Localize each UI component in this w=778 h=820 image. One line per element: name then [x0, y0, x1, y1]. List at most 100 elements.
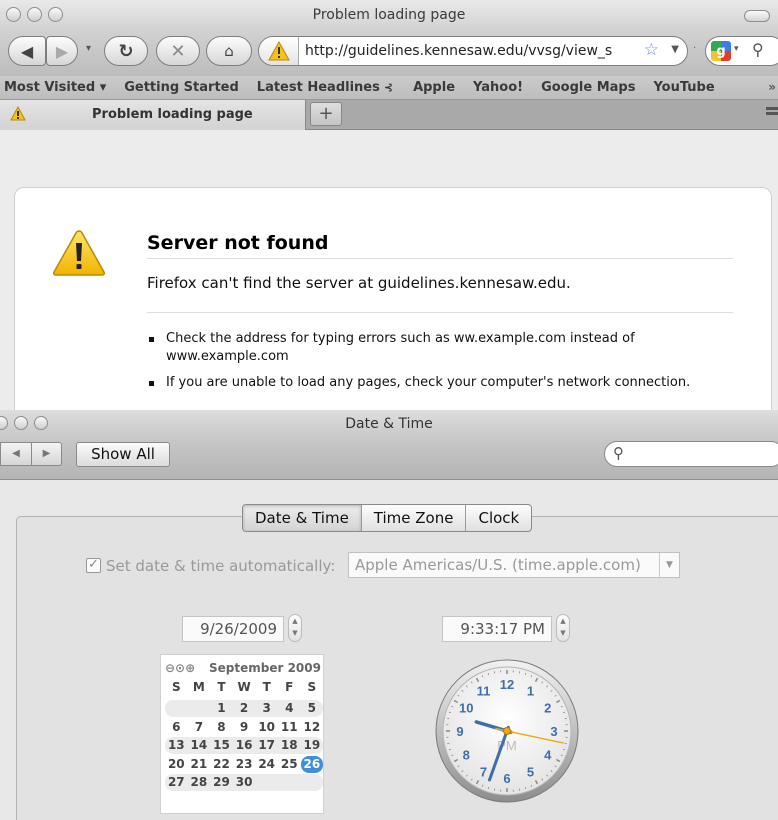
bookmark-most-visited[interactable]: Most Visited ▾	[4, 80, 106, 95]
calendar-weekday: F	[285, 680, 294, 694]
zoom-window-button[interactable]	[34, 416, 48, 430]
url-text[interactable]: http://guidelines.kennesaw.edu/vvsg/view…	[305, 43, 635, 59]
calendar-day[interactable]: 25	[278, 756, 301, 773]
bookmark-apple[interactable]: Apple	[413, 80, 455, 95]
bookmark-google-maps[interactable]: Google Maps	[541, 80, 635, 95]
calendar-weekday: S	[171, 680, 181, 694]
calendar-day[interactable]: 1	[210, 700, 233, 717]
search-icon: ⚲	[613, 444, 624, 462]
window-title: Date & Time	[345, 416, 433, 432]
url-bar[interactable]: http://guidelines.kennesaw.edu/vvsg/view…	[258, 36, 688, 66]
clock-number: 4	[544, 748, 552, 763]
bookmarks-overflow-icon[interactable]: »	[768, 80, 776, 94]
calendar-weekday: T	[262, 680, 271, 694]
calendar-day[interactable]: 21	[188, 756, 211, 773]
calendar-weekday: W	[237, 680, 251, 694]
stop-button[interactable]: ✕	[156, 36, 200, 66]
tab-clock[interactable]: Clock	[466, 505, 531, 531]
zoom-window-button[interactable]	[48, 7, 63, 22]
calendar-day[interactable]: 26	[300, 755, 324, 773]
calendar-day[interactable]: 22	[210, 756, 233, 773]
home-button[interactable]: ⌂	[206, 36, 252, 66]
url-dropdown-icon[interactable]: ▼	[671, 44, 679, 55]
new-tab-button[interactable]: +	[310, 102, 342, 126]
calendar-day[interactable]: 27	[165, 774, 188, 791]
calendar-day[interactable]: 12	[301, 719, 324, 736]
clock-number: 6	[503, 771, 510, 786]
back-button[interactable]: ◀	[8, 36, 46, 66]
tab-list-icon[interactable]	[766, 107, 778, 115]
calendar-day[interactable]: 18	[278, 737, 301, 754]
bookmark-latest-headlines[interactable]: Latest Headlines	[257, 80, 380, 95]
calendar-day[interactable]: 17	[255, 737, 278, 754]
tab-time-zone[interactable]: Time Zone	[362, 505, 467, 531]
history-dropdown-icon[interactable]: ▾	[86, 43, 91, 54]
forward-button[interactable]: ▶	[46, 36, 78, 66]
bookmark-yahoo[interactable]: Yahoo!	[473, 80, 523, 95]
calendar-day[interactable]: 8	[210, 719, 233, 736]
calendar-day[interactable]: 11	[278, 719, 301, 736]
navigation-toolbar: ◀ ▶ ▾ ↻ ✕ ⌂ http://guidelines.kennesaw.e…	[0, 30, 778, 76]
calendar-day[interactable]: 5	[301, 700, 324, 717]
calendar-day[interactable]: 24	[255, 756, 278, 773]
search-box[interactable]: g ▾ ⚲	[705, 36, 778, 66]
calendar-weekday: T	[217, 680, 226, 694]
calendar-day[interactable]: 30	[233, 774, 256, 791]
clock-number: 10	[459, 701, 473, 716]
time-server-select[interactable]: Apple Americas/U.S. (time.apple.com) ▼	[348, 552, 680, 578]
preferences-search-field[interactable]: ⚲	[604, 441, 778, 467]
calendar-week-row: 6 7 8 9 10 11 12	[165, 719, 323, 736]
calendar-day[interactable]: 4	[278, 700, 301, 717]
error-tip-text: Check the address for typing errors such…	[166, 331, 635, 364]
time-field[interactable]: 9:33:17 PM	[442, 616, 552, 642]
close-window-button[interactable]	[0, 416, 8, 430]
bookmark-getting-started[interactable]: Getting Started	[124, 80, 239, 95]
calendar-day[interactable]: 9	[233, 719, 256, 736]
calendar-weekday: S	[307, 680, 317, 694]
search-icon[interactable]: ⚲	[752, 40, 764, 59]
calendar-day[interactable]: 23	[233, 756, 256, 773]
auto-date-time-checkbox[interactable]: ✓	[86, 558, 101, 573]
calendar-day[interactable]: 29	[210, 774, 233, 791]
back-arrow-icon: ◀	[12, 448, 20, 459]
minimize-window-button[interactable]	[27, 7, 42, 22]
date-stepper[interactable]: ▲ ▼	[288, 614, 302, 642]
calendar-day[interactable]: 2	[233, 700, 256, 717]
date-field[interactable]: 9/26/2009	[182, 616, 284, 642]
toolbar-toggle-button[interactable]	[744, 10, 770, 22]
error-tip: Check the address for typing errors such…	[149, 330, 710, 366]
bookmark-star-icon[interactable]: ☆	[644, 40, 659, 60]
stop-icon: ✕	[170, 40, 186, 62]
tab-date-time[interactable]: Date & Time	[243, 505, 362, 531]
calendar-day[interactable]: 28	[188, 774, 211, 791]
bookmark-youtube[interactable]: YouTube	[653, 80, 714, 95]
close-window-button[interactable]	[6, 7, 21, 22]
tab-problem-loading[interactable]: Problem loading page	[0, 100, 306, 130]
calendar-day[interactable]: 14	[188, 737, 211, 754]
reload-button[interactable]: ↻	[104, 36, 148, 66]
calendar-day[interactable]: 7	[188, 719, 211, 736]
calendar-day[interactable]: 13	[165, 737, 188, 754]
site-identity-button[interactable]	[259, 37, 299, 65]
google-icon[interactable]: g	[711, 41, 731, 61]
analog-clock: 12 1234567891011 PM	[435, 659, 579, 803]
tab-warning-icon	[10, 106, 26, 121]
search-engine-dropdown-icon[interactable]: ▾	[734, 44, 739, 54]
forward-button[interactable]: ▶	[32, 442, 62, 466]
back-button[interactable]: ◀	[0, 442, 32, 466]
calendar-day[interactable]: 19	[301, 737, 324, 754]
bookmarks-toolbar: Most Visited ▾ Getting Started Latest He…	[0, 76, 778, 100]
show-all-button[interactable]: Show All	[76, 442, 170, 467]
calendar-day[interactable]: 15	[210, 737, 233, 754]
calendar-nav-buttons[interactable]: ⊖⊙⊕	[165, 661, 195, 675]
calendar-day[interactable]: 3	[255, 700, 278, 717]
calendar-week-row: 13 14 15 16 17 18 19	[165, 737, 324, 755]
time-stepper[interactable]: ▲ ▼	[556, 614, 570, 642]
calendar-day[interactable]: 20	[165, 756, 188, 773]
calendar-day[interactable]: 6	[165, 719, 188, 736]
calendar-day[interactable]: 16	[233, 737, 256, 754]
calendar-weekday-header: SMTWTFS	[165, 680, 323, 694]
calendar-day[interactable]: 10	[255, 719, 278, 736]
minimize-window-button[interactable]	[14, 416, 28, 430]
tab-title: Problem loading page	[92, 107, 253, 122]
